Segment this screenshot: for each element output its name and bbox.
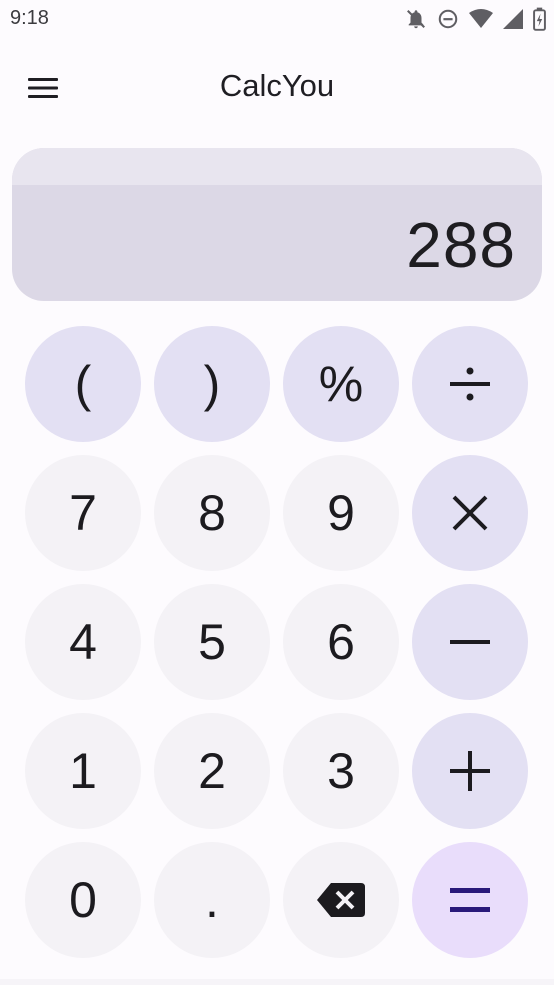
display-card: 288: [12, 148, 542, 301]
equals-button[interactable]: [412, 842, 528, 958]
digit-9-label: 9: [327, 485, 355, 541]
multiply-icon: [452, 495, 488, 531]
digit-1-button[interactable]: 1: [25, 713, 141, 829]
percent-button[interactable]: %: [283, 326, 399, 442]
close-paren-button[interactable]: ): [154, 326, 270, 442]
open-paren-label: (: [74, 356, 92, 412]
multiply-button[interactable]: [412, 455, 528, 571]
open-paren-button[interactable]: (: [25, 326, 141, 442]
digit-5-button[interactable]: 5: [154, 584, 270, 700]
digit-7-button[interactable]: 7: [25, 455, 141, 571]
digit-8-button[interactable]: 8: [154, 455, 270, 571]
signal-icon: [503, 9, 523, 29]
digit-6-label: 6: [327, 614, 355, 670]
digit-9-button[interactable]: 9: [283, 455, 399, 571]
notifications-off-icon: [407, 10, 425, 29]
decimal-label: .: [205, 872, 219, 928]
percent-label: %: [318, 356, 364, 412]
digit-3-label: 3: [327, 743, 355, 799]
app-bar: CalcYou: [0, 50, 554, 126]
wifi-icon: [469, 9, 493, 28]
digit-2-button[interactable]: 2: [154, 713, 270, 829]
minus-button[interactable]: [412, 584, 528, 700]
digit-6-button[interactable]: 6: [283, 584, 399, 700]
display-expression-area: [12, 148, 542, 185]
minus-icon: [450, 640, 490, 644]
app-title: CalcYou: [219, 68, 335, 103]
digit-0-button[interactable]: 0: [25, 842, 141, 958]
digit-1-label: 1: [69, 743, 97, 799]
backspace-button[interactable]: [283, 842, 399, 958]
digit-4-button[interactable]: 4: [25, 584, 141, 700]
keypad: ( ) % 7 8 9 4 5 6 1 2 3 0 .: [25, 326, 528, 958]
digit-0-label: 0: [69, 872, 97, 928]
status-icons: [405, 6, 546, 32]
navigation-bar: [0, 979, 554, 985]
divide-icon: [450, 367, 490, 401]
status-time: 9:18: [10, 7, 49, 29]
digit-4-label: 4: [69, 614, 97, 670]
close-paren-label: ): [203, 356, 221, 412]
battery-icon: [533, 7, 546, 31]
plus-icon: [450, 751, 490, 791]
equals-icon: [450, 888, 490, 912]
backspace-icon: [317, 883, 365, 917]
status-bar: 9:18: [0, 0, 554, 38]
display-value: 288: [406, 209, 516, 281]
plus-button[interactable]: [412, 713, 528, 829]
digit-3-button[interactable]: 3: [283, 713, 399, 829]
digit-5-label: 5: [198, 614, 226, 670]
do-not-disturb-icon: [438, 9, 458, 29]
digit-7-label: 7: [69, 485, 97, 541]
decimal-button[interactable]: .: [154, 842, 270, 958]
digit-8-label: 8: [198, 485, 226, 541]
digit-2-label: 2: [198, 743, 226, 799]
divide-button[interactable]: [412, 326, 528, 442]
